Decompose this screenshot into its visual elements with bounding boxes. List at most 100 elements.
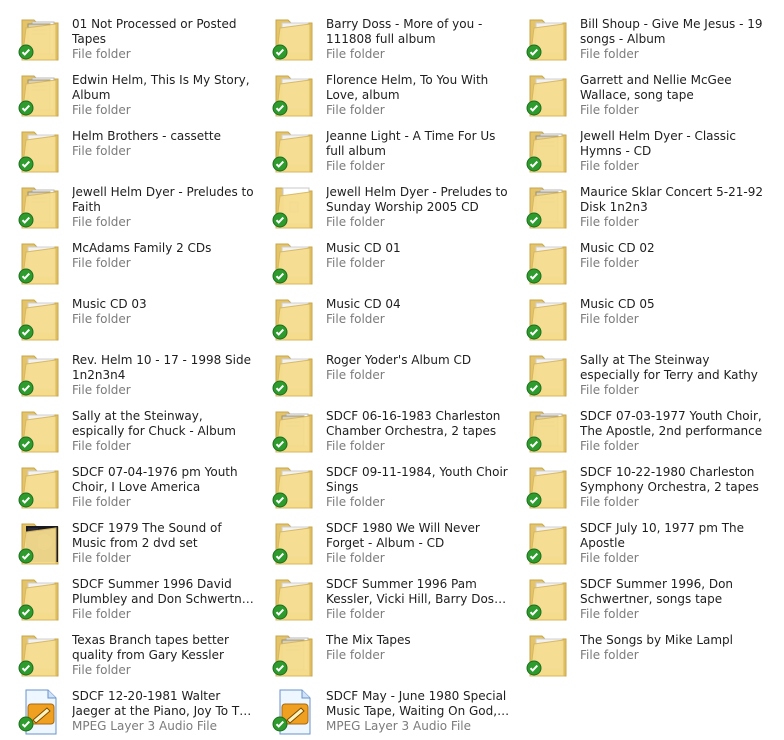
file-item[interactable]: SDCF 07-04-1976 pm Youth Choir, I Love A… bbox=[0, 456, 254, 512]
file-item[interactable]: Music CD 03 File folder bbox=[0, 288, 254, 344]
file-item[interactable]: SDCF 1980 We Will Never Forget - Album -… bbox=[254, 512, 508, 568]
file-item-text: SDCF 07-03-1977 Youth Choir, The Apostle… bbox=[580, 409, 766, 454]
file-item[interactable]: Rev. Helm 10 - 17 - 1998 Side 1n2n3n4 Fil… bbox=[0, 344, 254, 400]
folder-icon bbox=[18, 630, 62, 680]
file-name: Helm Brothers - cassette bbox=[72, 129, 221, 143]
file-item[interactable]: SDCF Summer 1996 Pam Kessler, Vicki Hill… bbox=[254, 568, 508, 624]
file-name: SDCF 06-16-1983 Charleston Chamber Orche… bbox=[326, 409, 501, 438]
file-item[interactable]: Florence Helm, To You With Love, album Fi… bbox=[254, 64, 508, 120]
file-type: File folder bbox=[326, 215, 385, 229]
sync-check-icon bbox=[272, 548, 288, 568]
folder-icon bbox=[18, 574, 62, 624]
file-item[interactable]: SDCF Summer 1996, Don Schwertner, songs … bbox=[508, 568, 762, 624]
file-name: SDCF 07-04-1976 pm Youth Choir, I Love A… bbox=[72, 465, 238, 494]
folder-icon bbox=[272, 630, 316, 680]
file-item[interactable]: Roger Yoder's Album CD File folder bbox=[254, 344, 508, 400]
file-item[interactable]: Sally at The Steinway especially for Ter… bbox=[508, 344, 762, 400]
sync-check-icon bbox=[18, 660, 34, 680]
file-item[interactable]: Garrett and Nellie McGee Wallace, song t… bbox=[508, 64, 762, 120]
file-type: File folder bbox=[326, 495, 385, 509]
folder-icon bbox=[526, 14, 570, 64]
folder-icon bbox=[18, 70, 62, 120]
file-item-text: Music CD 05 File folder bbox=[580, 297, 766, 327]
file-item[interactable]: SDCF May - June 1980 Special Music Tape,… bbox=[254, 680, 508, 736]
file-item[interactable]: Edwin Helm, This Is My Story, Album File … bbox=[0, 64, 254, 120]
folder-icon bbox=[18, 350, 62, 400]
file-item[interactable]: Helm Brothers - cassette File folder bbox=[0, 120, 254, 176]
file-type: File folder bbox=[72, 144, 131, 158]
folder-icon bbox=[18, 294, 62, 344]
file-name: Rev. Helm 10 - 17 - 1998 Side 1n2n3n4 bbox=[72, 353, 251, 382]
mp3-file-icon bbox=[272, 686, 316, 736]
file-item[interactable]: SDCF 12-20-1981 Walter Jaeger at the Pia… bbox=[0, 680, 254, 736]
folder-icon bbox=[526, 350, 570, 400]
file-name: Jewell Helm Dyer - Preludes to Faith bbox=[72, 185, 254, 214]
folder-icon bbox=[272, 350, 316, 400]
file-name: Maurice Sklar Concert 5-21-92 Disk 1n2n3 bbox=[580, 185, 763, 214]
file-item[interactable]: Texas Branch tapes better quality from G… bbox=[0, 624, 254, 680]
file-item-text: Music CD 03 File folder bbox=[72, 297, 258, 327]
sync-check-icon bbox=[18, 324, 34, 344]
sync-check-icon bbox=[526, 324, 542, 344]
file-item-text: Barry Doss - More of you - 111808 full a… bbox=[326, 17, 512, 62]
sync-check-icon bbox=[272, 604, 288, 624]
file-item[interactable]: Bill Shoup - Give Me Jesus - 19 songs - … bbox=[508, 8, 763, 64]
file-item[interactable]: The Songs by Mike Lampl File folder bbox=[508, 624, 762, 680]
file-name: SDCF 1979 The Sound of Music from 2 dvd … bbox=[72, 521, 222, 550]
file-name: Bill Shoup - Give Me Jesus - 19 songs - … bbox=[580, 17, 763, 46]
file-item-text: 01 Not Processed or Posted Tapes File fol… bbox=[72, 17, 258, 62]
file-item-text: SDCF 1979 The Sound of Music from 2 dvd … bbox=[72, 521, 258, 566]
file-item[interactable]: SDCF July 10, 1977 pm The Apostle File fo… bbox=[508, 512, 762, 568]
file-item[interactable]: Music CD 04 File folder bbox=[254, 288, 508, 344]
file-type: File folder bbox=[580, 439, 639, 453]
file-item-text: SDCF July 10, 1977 pm The Apostle File fo… bbox=[580, 521, 766, 566]
file-item[interactable]: 01 Not Processed or Posted Tapes File fol… bbox=[0, 8, 254, 64]
file-name: Jeanne Light - A Time For Us full album bbox=[326, 129, 496, 158]
file-name: SDCF 09-11-1984, Youth Choir Sings bbox=[326, 465, 508, 494]
file-name: Texas Branch tapes better quality from G… bbox=[72, 633, 229, 662]
file-type: File folder bbox=[72, 607, 131, 621]
sync-check-icon bbox=[18, 380, 34, 400]
file-item[interactable]: Jewell Helm Dyer - Preludes to Faith File… bbox=[0, 176, 254, 232]
file-item-text: Music CD 01 File folder bbox=[326, 241, 512, 271]
sync-check-icon bbox=[18, 436, 34, 456]
file-item[interactable]: The Mix Tapes File folder bbox=[254, 624, 508, 680]
file-item[interactable]: Maurice Sklar Concert 5-21-92 Disk 1n2n3… bbox=[508, 176, 763, 232]
file-type: File folder bbox=[326, 159, 385, 173]
folder-icon bbox=[272, 14, 316, 64]
file-item[interactable]: Jewell Helm Dyer - Preludes to Sunday Wo… bbox=[254, 176, 508, 232]
sync-check-icon bbox=[272, 44, 288, 64]
file-item-text: Music CD 04 File folder bbox=[326, 297, 512, 327]
file-item[interactable]: Sally at the Steinway, espically for Chu… bbox=[0, 400, 254, 456]
file-name: Edwin Helm, This Is My Story, Album bbox=[72, 73, 250, 102]
file-type: File folder bbox=[72, 312, 131, 326]
file-item-text: Florence Helm, To You With Love, album Fi… bbox=[326, 73, 512, 118]
file-name: McAdams Family 2 CDs bbox=[72, 241, 212, 255]
file-item-text: The Songs by Mike Lampl File folder bbox=[580, 633, 766, 663]
file-item[interactable]: SDCF 06-16-1983 Charleston Chamber Orche… bbox=[254, 400, 508, 456]
file-name: SDCF 1980 We Will Never Forget - Album -… bbox=[326, 521, 480, 550]
file-item[interactable]: Barry Doss - More of you - 111808 full a… bbox=[254, 8, 508, 64]
file-item[interactable]: Music CD 05 File folder bbox=[508, 288, 762, 344]
file-item[interactable]: Music CD 02 File folder bbox=[508, 232, 762, 288]
file-item[interactable]: SDCF 07-03-1977 Youth Choir, The Apostle… bbox=[508, 400, 762, 456]
sync-check-icon bbox=[18, 492, 34, 512]
folder-icon bbox=[526, 238, 570, 288]
file-item-text: SDCF 06-16-1983 Charleston Chamber Orche… bbox=[326, 409, 512, 454]
file-item[interactable]: SDCF 1979 The Sound of Music from 2 dvd … bbox=[0, 512, 254, 568]
folder-icon bbox=[18, 462, 62, 512]
file-item[interactable]: SDCF Summer 1996 David Plumbley and Don … bbox=[0, 568, 258, 624]
file-item[interactable]: SDCF 10-22-1980 Charleston Symphony Orch… bbox=[508, 456, 762, 512]
file-type: File folder bbox=[326, 256, 385, 270]
file-name: Florence Helm, To You With Love, album bbox=[326, 73, 489, 102]
file-item[interactable]: McAdams Family 2 CDs File folder bbox=[0, 232, 254, 288]
file-type: File folder bbox=[580, 648, 639, 662]
file-item[interactable]: Music CD 01 File folder bbox=[254, 232, 508, 288]
file-name: SDCF May - June 1980 Special Music Tape,… bbox=[326, 689, 507, 718]
file-item-text: Roger Yoder's Album CD File folder bbox=[326, 353, 512, 383]
file-type: File folder bbox=[72, 256, 131, 270]
file-item[interactable]: SDCF 09-11-1984, Youth Choir Sings File f… bbox=[254, 456, 508, 512]
file-item[interactable]: Jewell Helm Dyer - Classic Hymns - CD Fil… bbox=[508, 120, 762, 176]
sync-check-icon bbox=[526, 548, 542, 568]
file-item[interactable]: Jeanne Light - A Time For Us full album F… bbox=[254, 120, 508, 176]
